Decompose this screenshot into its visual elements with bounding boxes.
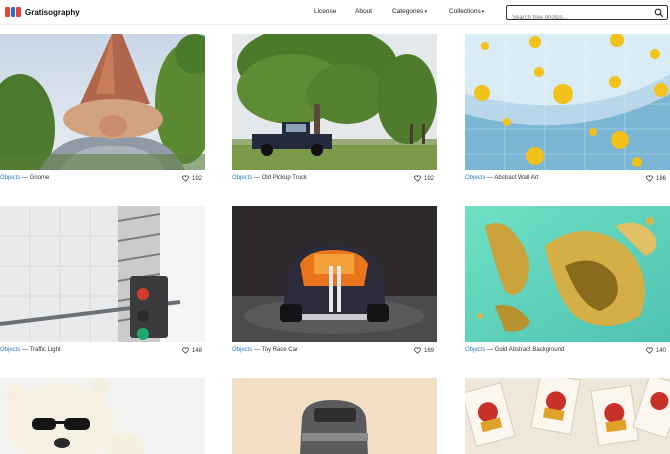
photo-playing-cards[interactable] [465, 378, 670, 454]
heart-icon [646, 175, 653, 182]
nav-about[interactable]: About [355, 8, 372, 15]
search-input[interactable] [507, 11, 647, 25]
heart-icon [182, 175, 189, 182]
category-link[interactable]: Objects [465, 175, 485, 181]
heart-icon [414, 175, 421, 182]
top-header: Gratisography License About Categories▾ … [0, 0, 670, 25]
photo-caption: Objects — Gnome [0, 175, 50, 181]
photo-old-pickup-truck[interactable] [232, 34, 437, 170]
photo-caption: Objects — Toy Race Car [232, 347, 298, 353]
photo-title[interactable]: Traffic Light [30, 347, 61, 353]
like-button[interactable]: 140 [646, 347, 666, 354]
photo-toy-race-car[interactable] [232, 206, 437, 342]
heart-icon [414, 347, 421, 354]
nav-collections[interactable]: Collections▾ [449, 8, 484, 15]
photo-toy-car-closeup[interactable] [232, 378, 437, 454]
like-button[interactable]: 148 [182, 347, 202, 354]
photo-title[interactable]: Old Pickup Truck [262, 175, 307, 181]
photo-teddy-bear[interactable] [0, 378, 205, 454]
photo-title[interactable]: Gold Abstract Background [495, 347, 565, 353]
photo-caption: Objects — Gold Abstract Background [465, 347, 565, 353]
like-count: 192 [424, 175, 435, 182]
photo-caption: Objects — Traffic Light [0, 347, 61, 353]
search-icon[interactable] [654, 8, 664, 18]
photo-traffic-light[interactable] [0, 206, 205, 342]
photo-caption: Objects — Old Pickup Truck [232, 175, 308, 181]
chevron-down-icon: ▾ [424, 9, 427, 15]
photo-caption: Objects — Abstract Wall Art [465, 175, 539, 181]
category-link[interactable]: Objects [232, 175, 252, 181]
logo-text: Gratisography [25, 7, 80, 17]
like-count: 192 [192, 175, 203, 182]
like-count: 169 [424, 347, 435, 354]
like-button[interactable]: 192 [182, 175, 202, 182]
like-button[interactable]: 186 [646, 175, 666, 182]
photo-gold-abstract-background[interactable] [465, 206, 670, 342]
category-link[interactable]: Objects [0, 175, 20, 181]
category-link[interactable]: Objects [232, 347, 252, 353]
photo-gnome[interactable] [0, 34, 205, 170]
site-logo[interactable]: Gratisography [5, 6, 80, 18]
photo-title[interactable]: Gnome [30, 175, 50, 181]
category-link[interactable]: Objects [0, 347, 20, 353]
chevron-down-icon: ▾ [481, 9, 485, 15]
like-button[interactable]: 192 [414, 175, 434, 182]
search-box [506, 5, 668, 25]
logo-mark-icon [5, 6, 21, 18]
photo-title[interactable]: Toy Race Car [262, 347, 298, 353]
nav-categories[interactable]: Categories▾ [392, 8, 427, 15]
photo-title[interactable]: Abstract Wall Art [494, 175, 538, 181]
heart-icon [646, 347, 653, 354]
like-button[interactable]: 169 [414, 347, 434, 354]
category-link[interactable]: Objects [465, 347, 485, 353]
nav-license[interactable]: License [314, 8, 336, 15]
like-count: 140 [656, 347, 667, 354]
like-count: 186 [656, 175, 667, 182]
like-count: 148 [192, 347, 203, 354]
photo-abstract-wall-art[interactable] [465, 34, 670, 170]
heart-icon [182, 347, 189, 354]
